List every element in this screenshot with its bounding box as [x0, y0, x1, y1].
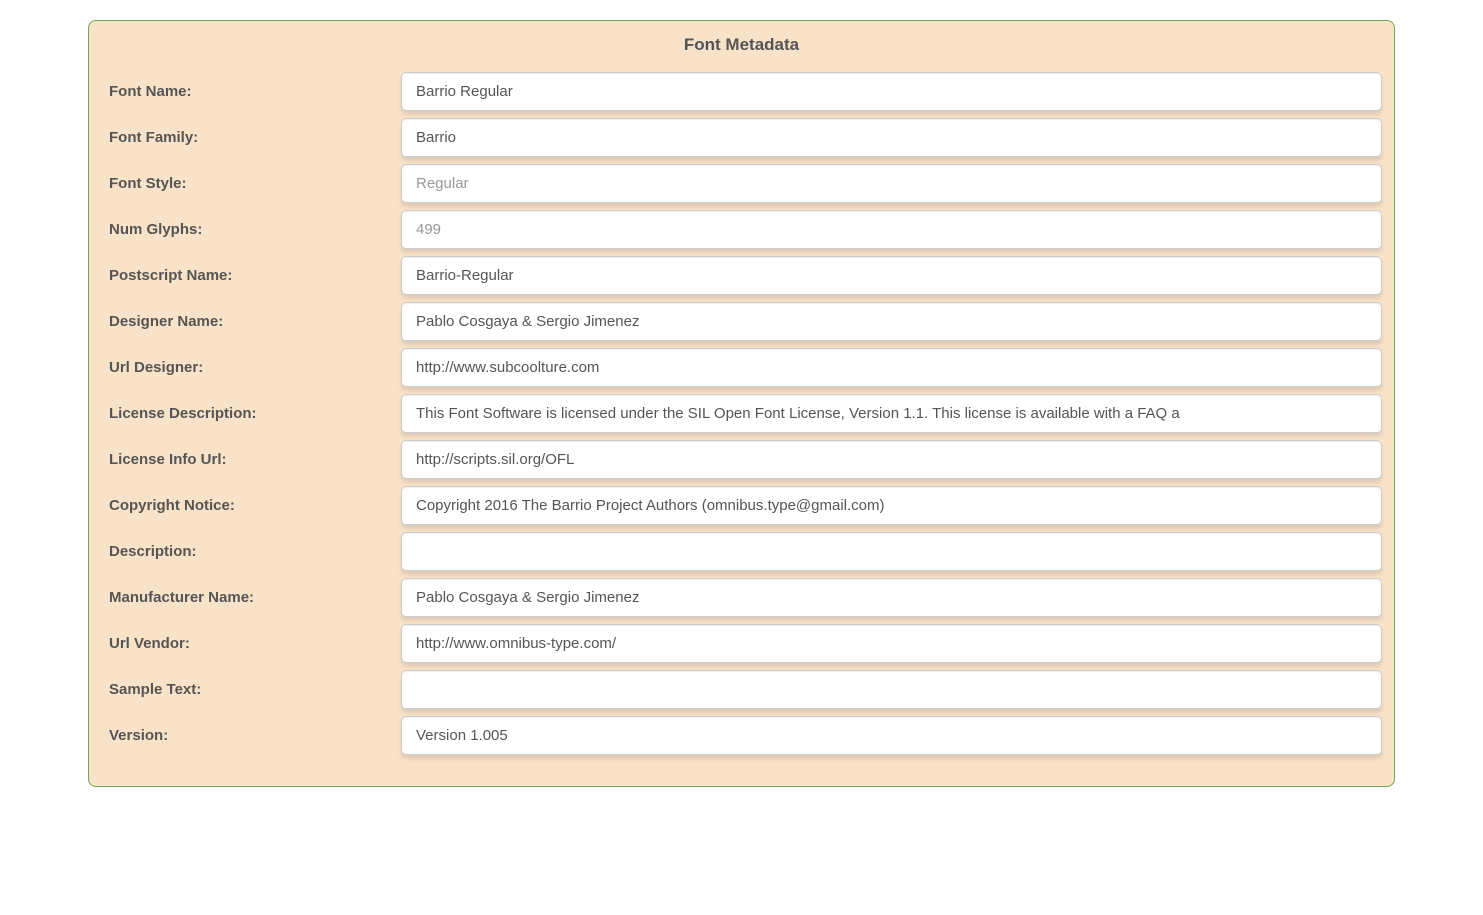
row-manufacturer-name: Manufacturer Name: [101, 578, 1382, 617]
label-sample-text: Sample Text: [101, 681, 401, 698]
input-font-name[interactable] [401, 72, 1382, 111]
input-copyright-notice[interactable] [401, 486, 1382, 525]
input-version[interactable] [401, 716, 1382, 755]
row-license-description: License Description: [101, 394, 1382, 433]
label-description: Description: [101, 543, 401, 560]
row-font-name: Font Name: [101, 72, 1382, 111]
input-font-family[interactable] [401, 118, 1382, 157]
input-designer-name[interactable] [401, 302, 1382, 341]
input-license-info-url[interactable] [401, 440, 1382, 479]
input-num-glyphs [401, 210, 1382, 249]
label-url-vendor: Url Vendor: [101, 635, 401, 652]
row-designer-name: Designer Name: [101, 302, 1382, 341]
row-url-vendor: Url Vendor: [101, 624, 1382, 663]
label-copyright-notice: Copyright Notice: [101, 497, 401, 514]
row-url-designer: Url Designer: [101, 348, 1382, 387]
row-font-family: Font Family: [101, 118, 1382, 157]
label-postscript-name: Postscript Name: [101, 267, 401, 284]
row-description: Description: [101, 532, 1382, 571]
input-license-description[interactable] [401, 394, 1382, 433]
font-metadata-panel: Font Metadata Font Name: Font Family: Fo… [88, 20, 1395, 787]
row-copyright-notice: Copyright Notice: [101, 486, 1382, 525]
input-sample-text[interactable] [401, 670, 1382, 709]
label-font-family: Font Family: [101, 129, 401, 146]
label-designer-name: Designer Name: [101, 313, 401, 330]
label-license-info-url: License Info Url: [101, 451, 401, 468]
label-manufacturer-name: Manufacturer Name: [101, 589, 401, 606]
row-postscript-name: Postscript Name: [101, 256, 1382, 295]
row-num-glyphs: Num Glyphs: [101, 210, 1382, 249]
input-font-style [401, 164, 1382, 203]
panel-title: Font Metadata [101, 21, 1382, 65]
input-url-designer[interactable] [401, 348, 1382, 387]
row-sample-text: Sample Text: [101, 670, 1382, 709]
label-num-glyphs: Num Glyphs: [101, 221, 401, 238]
label-font-name: Font Name: [101, 83, 401, 100]
label-license-description: License Description: [101, 405, 401, 422]
row-license-info-url: License Info Url: [101, 440, 1382, 479]
input-description[interactable] [401, 532, 1382, 571]
label-url-designer: Url Designer: [101, 359, 401, 376]
row-version: Version: [101, 716, 1382, 755]
input-postscript-name[interactable] [401, 256, 1382, 295]
label-font-style: Font Style: [101, 175, 401, 192]
input-url-vendor[interactable] [401, 624, 1382, 663]
row-font-style: Font Style: [101, 164, 1382, 203]
input-manufacturer-name[interactable] [401, 578, 1382, 617]
label-version: Version: [101, 727, 401, 744]
